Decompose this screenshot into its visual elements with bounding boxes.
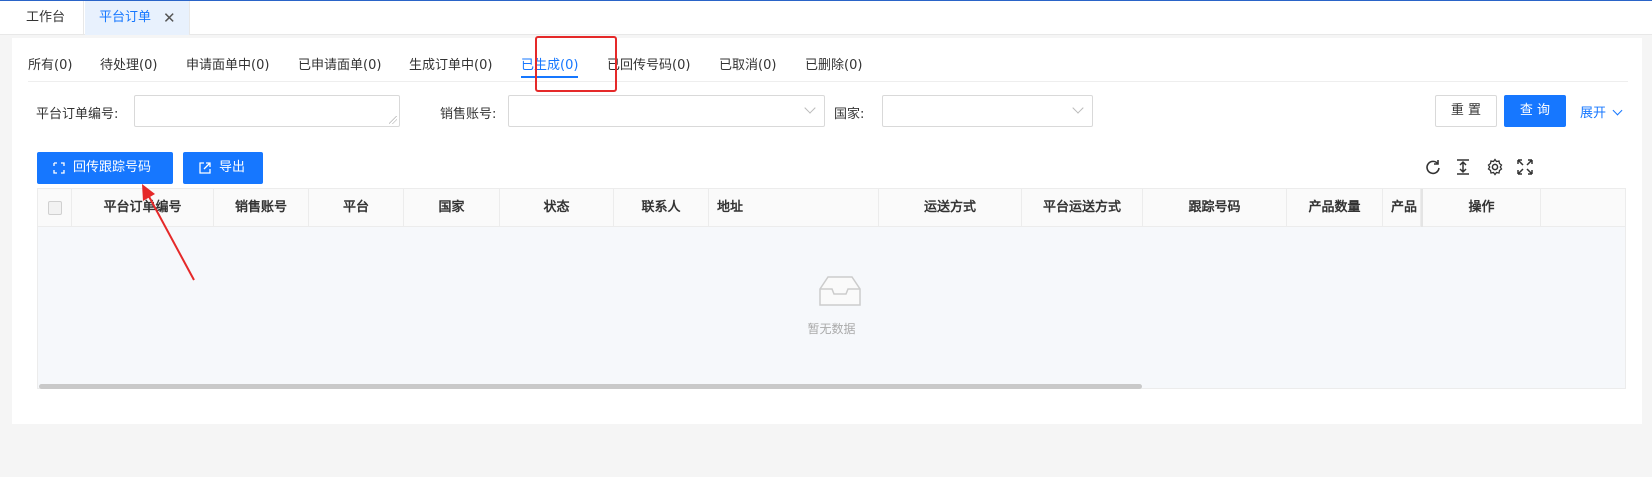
column-header[interactable]: 运送方式 (879, 189, 1022, 227)
select-frame-icon (53, 162, 65, 174)
page-tab-bar: 工作台 平台订单 ✕ (0, 1, 1652, 35)
sales-account-label: 销售账号: (440, 107, 497, 122)
export-label: 导出 (219, 160, 246, 175)
page-tab-workbench[interactable]: 工作台 (12, 1, 84, 35)
tab-applying-label[interactable]: 申请面单中(0) (186, 54, 269, 73)
search-button[interactable]: 查 询 (1504, 95, 1566, 127)
column-header[interactable]: 产品 (1383, 189, 1421, 227)
status-tab-bar: 所有(0) 待处理(0) 申请面单中(0) 已申请面单(0) 生成订单中(0) … (28, 38, 1628, 82)
tab-number-returned[interactable]: 已回传号码(0) (607, 54, 690, 73)
horizontal-scrollbar[interactable] (39, 384, 1142, 389)
fullscreen-icon[interactable] (1516, 158, 1534, 176)
column-header[interactable]: 国家 (404, 189, 500, 227)
highlight-box (535, 36, 617, 92)
select-all-cell (38, 189, 72, 227)
tab-generating-order[interactable]: 生成订单中(0) (409, 54, 492, 73)
tab-cancelled[interactable]: 已取消(0) (719, 54, 776, 73)
tab-all[interactable]: 所有(0) (28, 54, 72, 73)
resize-grip-icon[interactable] (389, 116, 397, 124)
column-header[interactable]: 跟踪号码 (1143, 189, 1287, 227)
chevron-down-icon (804, 102, 816, 114)
close-icon[interactable]: ✕ (163, 1, 176, 35)
return-tracking-button[interactable]: 回传跟踪号码 (37, 152, 173, 184)
page-tab-platform-orders[interactable]: 平台订单 ✕ (85, 1, 190, 35)
empty-text: 暂无数据 (807, 322, 856, 336)
export-icon (199, 162, 211, 174)
tab-pending[interactable]: 待处理(0) (100, 54, 157, 73)
column-header[interactable]: 状态 (500, 189, 614, 227)
select-all-checkbox[interactable] (48, 201, 62, 215)
gear-icon[interactable] (1486, 158, 1504, 176)
page-tab-label: 工作台 (26, 10, 66, 25)
column-header[interactable]: 产品数量 (1287, 189, 1383, 227)
column-header[interactable]: 地址 (709, 189, 879, 227)
main-card: 所有(0) 待处理(0) 申请面单中(0) 已申请面单(0) 生成订单中(0) … (12, 36, 1642, 424)
sales-account-select[interactable] (508, 95, 825, 127)
country-select[interactable] (882, 95, 1093, 127)
column-header[interactable]: 平台订单编号 (72, 189, 214, 227)
column-header[interactable]: 平台运送方式 (1022, 189, 1143, 227)
table-header: 平台订单编号 销售账号 平台 国家 状态 联系人 地址 运送方式 平台运送方式 … (38, 189, 1625, 227)
column-header[interactable]: 平台 (309, 189, 404, 227)
country-label: 国家: (834, 107, 865, 122)
tab-deleted[interactable]: 已删除(0) (805, 54, 862, 73)
expand-label: 展开 (1580, 106, 1607, 121)
chevron-down-icon (1612, 105, 1623, 116)
order-no-input[interactable] (134, 95, 400, 127)
return-tracking-label: 回传跟踪号码 (73, 160, 152, 175)
empty-inbox-icon (819, 276, 861, 306)
order-table: 平台订单编号 销售账号 平台 国家 状态 联系人 地址 运送方式 平台运送方式 … (37, 188, 1626, 389)
chevron-down-icon (1072, 102, 1084, 114)
page-tab-label: 平台订单 (99, 10, 152, 25)
column-header[interactable]: 联系人 (614, 189, 709, 227)
export-button[interactable]: 导出 (183, 152, 263, 184)
expand-toggle[interactable]: 展开 (1580, 102, 1623, 121)
tab-label-applied[interactable]: 已申请面单(0) (298, 54, 381, 73)
column-header[interactable]: 操作 (1421, 189, 1541, 227)
refresh-icon[interactable] (1424, 158, 1442, 176)
reset-button[interactable]: 重 置 (1435, 95, 1497, 127)
column-header[interactable]: 销售账号 (214, 189, 309, 227)
column-height-icon[interactable] (1454, 158, 1472, 176)
order-no-label: 平台订单编号: (36, 107, 119, 122)
